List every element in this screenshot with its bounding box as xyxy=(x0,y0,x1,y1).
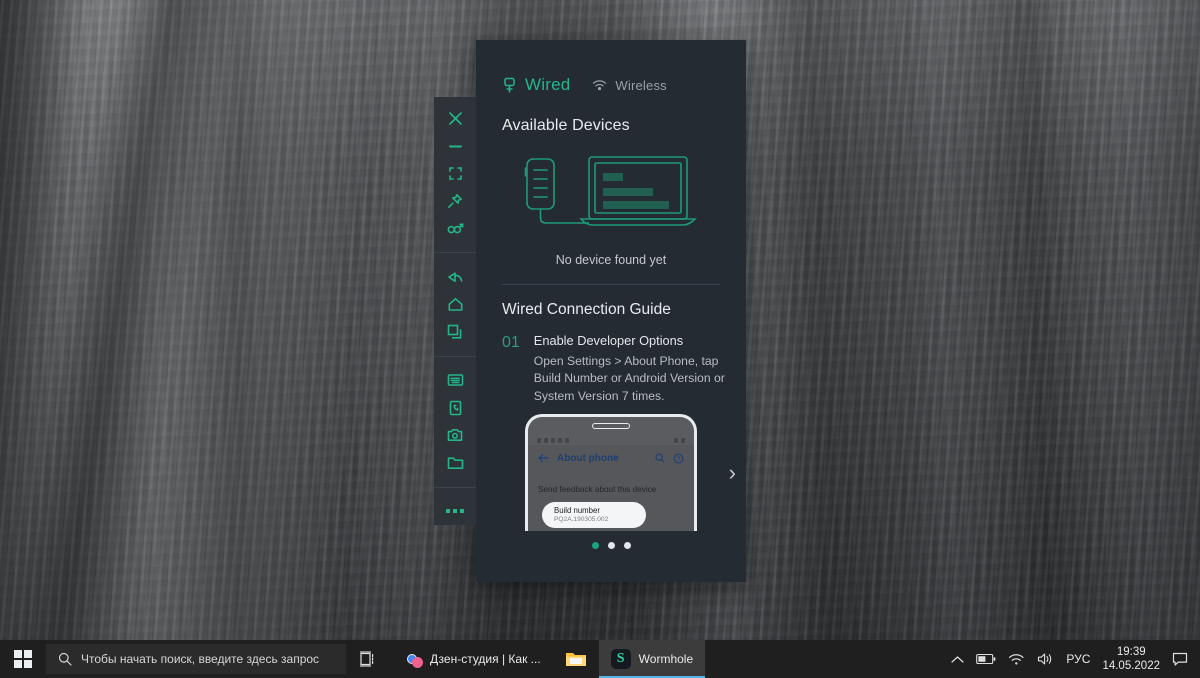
guide-step: 01 Enable Developer Options Open Setting… xyxy=(476,319,746,405)
recents-icon[interactable] xyxy=(434,318,476,345)
back-icon[interactable] xyxy=(434,263,476,290)
status-bar-left-icons xyxy=(537,437,569,443)
carousel-next-button[interactable]: › xyxy=(729,461,736,484)
phone-screenshot-mock: About phone ? Send feedback about this d… xyxy=(525,414,697,532)
notification-icon[interactable] xyxy=(1172,652,1188,667)
phone-laptop-illustration xyxy=(524,156,697,226)
wormhole-icon: S xyxy=(610,649,631,669)
pin-icon[interactable] xyxy=(434,187,476,214)
carousel-dot-1[interactable] xyxy=(591,541,599,549)
phone-appbar: About phone ? xyxy=(538,445,684,471)
tab-wireless[interactable]: Wireless xyxy=(592,77,667,93)
phone-row-placeholder xyxy=(538,473,684,479)
windows-taskbar: Чтобы начать поиск, введите здесь запрос… xyxy=(0,640,1200,678)
task-view-button[interactable] xyxy=(346,640,390,678)
chrome-icon xyxy=(402,649,423,669)
no-device-illustration xyxy=(476,149,746,241)
toolbar-separator xyxy=(434,355,476,357)
carousel-dot-3[interactable] xyxy=(623,541,631,549)
phone-feedback-row: Send feedback about this device xyxy=(538,485,657,495)
build-number-label: Build number xyxy=(554,506,600,516)
task-view-icon xyxy=(359,651,373,667)
battery-icon[interactable] xyxy=(976,653,996,665)
desktop: Wired Wireless Available Devices No devi… xyxy=(0,0,1200,678)
screenshot-camera-icon[interactable] xyxy=(434,422,476,449)
guide-title: Wired Connection Guide xyxy=(502,301,671,318)
taskbar-item-file-explorer[interactable] xyxy=(553,640,599,678)
taskbar-item-chrome[interactable]: Дзен-студия | Как ... xyxy=(390,640,553,678)
usb-plug-icon xyxy=(504,77,515,92)
carousel-dot-2[interactable] xyxy=(607,541,615,549)
tab-wired-label: Wired xyxy=(525,75,571,94)
system-tray: РУС 19:39 14.05.2022 xyxy=(951,640,1200,678)
taskbar-item-wormhole[interactable]: S Wormhole xyxy=(598,640,706,678)
folder-icon[interactable] xyxy=(434,449,476,476)
carousel-dots xyxy=(476,541,746,549)
connection-mode-tabs: Wired Wireless xyxy=(476,40,746,95)
guide-carousel: About phone ? Send feedback about this d… xyxy=(476,414,746,532)
back-arrow-icon xyxy=(538,454,549,463)
start-button[interactable] xyxy=(0,640,46,678)
search-placeholder: Чтобы начать поиск, введите здесь запрос xyxy=(81,652,320,666)
wormhole-app-window: Wired Wireless Available Devices No devi… xyxy=(476,40,746,582)
windows-logo-icon xyxy=(14,650,32,668)
show-hidden-icons-chevron[interactable] xyxy=(951,655,965,664)
close-icon[interactable] xyxy=(434,105,476,132)
device-icon[interactable] xyxy=(434,394,476,421)
status-bar-right-icons xyxy=(674,437,685,443)
more-options-icon[interactable] xyxy=(434,497,476,524)
mac-address-label: Wi-Fi MAC address xyxy=(554,530,623,531)
build-number-highlight: Build number PQ2A.190305.002 xyxy=(542,502,646,529)
step-number: 01 xyxy=(502,334,520,351)
step-description: Open Settings > About Phone, tap Build N… xyxy=(533,354,725,403)
keyboard-icon[interactable] xyxy=(434,367,476,394)
home-icon[interactable] xyxy=(434,291,476,318)
minimize-icon[interactable] xyxy=(434,132,476,159)
language-indicator[interactable]: РУС xyxy=(1066,652,1090,666)
build-number-value: PQ2A.190305.002 xyxy=(554,516,609,524)
wifi-icon xyxy=(593,80,607,91)
fullscreen-icon[interactable] xyxy=(434,160,476,187)
phone-appbar-title: About phone xyxy=(557,452,619,464)
step-body: Enable Developer Options Open Settings >… xyxy=(534,333,726,405)
tab-wireless-label: Wireless xyxy=(615,77,667,93)
no-device-text: No device found yet xyxy=(555,253,667,267)
help-circle-icon: ? xyxy=(673,453,684,464)
search-icon xyxy=(58,652,72,666)
taskbar-item-chrome-label: Дзен-студия | Как ... xyxy=(430,652,541,666)
taskbar-search-box[interactable]: Чтобы начать поиск, введите здесь запрос xyxy=(46,644,346,674)
step-heading: Enable Developer Options xyxy=(533,333,684,348)
wifi-icon[interactable] xyxy=(1008,653,1025,666)
phone-notch xyxy=(592,423,630,430)
toolbar-separator xyxy=(434,252,476,254)
taskbar-item-wormhole-label: Wormhole xyxy=(638,652,694,666)
volume-icon[interactable] xyxy=(1037,652,1054,666)
search-icon xyxy=(655,454,665,464)
phone-screen-content: About phone ? Send feedback about this d… xyxy=(528,445,694,532)
toolbar-separator xyxy=(434,486,476,488)
clock[interactable]: 19:39 14.05.2022 xyxy=(1102,645,1160,674)
available-devices-title: Available Devices xyxy=(502,117,630,134)
link-connect-icon[interactable] xyxy=(434,215,476,242)
file-explorer-icon xyxy=(565,653,586,666)
clock-time: 19:39 xyxy=(1116,645,1146,658)
clock-date: 14.05.2022 xyxy=(1102,660,1160,672)
side-toolbar xyxy=(434,97,476,525)
tab-wired[interactable]: Wired xyxy=(502,75,570,95)
